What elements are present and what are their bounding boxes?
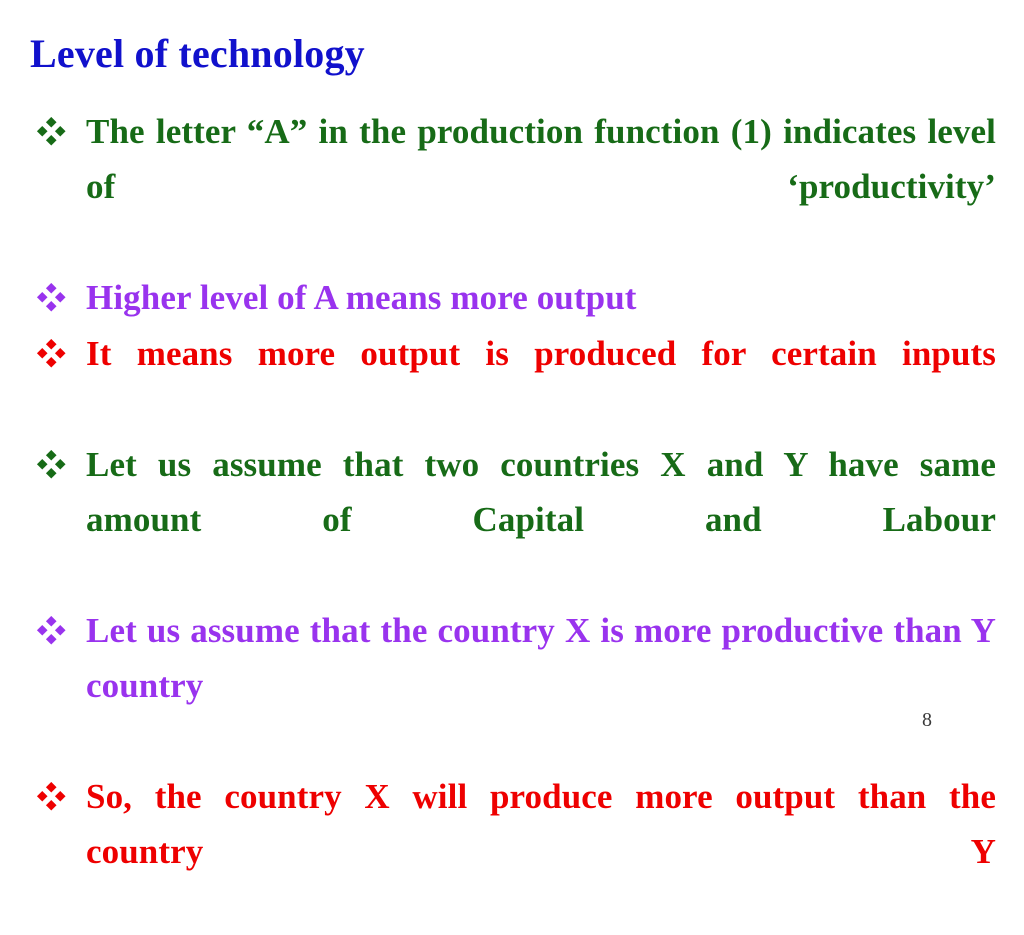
list-item-label: It means more output is produced for cer…: [86, 334, 996, 373]
four-diamond-bullet-icon: [32, 769, 70, 824]
four-diamond-bullet-icon: [32, 104, 70, 159]
bullet-list: The letter “A” in the production functio…: [28, 104, 996, 935]
list-item: It means more output is produced for cer…: [28, 326, 996, 436]
list-item-label: Let us assume that two countries X and Y…: [86, 445, 996, 539]
four-diamond-bullet-icon: [32, 603, 70, 658]
list-item-label: So, the country X will produce more outp…: [86, 777, 996, 871]
list-item: Higher level of A means more output: [28, 270, 996, 325]
slide-number: 8: [922, 709, 932, 731]
four-diamond-bullet-icon: [32, 437, 70, 492]
list-item: So, the country X will produce more outp…: [28, 769, 996, 934]
four-diamond-bullet-icon: [32, 326, 70, 381]
page-title: Level of technology: [30, 31, 365, 76]
presentation-slide: Level of technology The letter “A” in th…: [0, 0, 1024, 871]
list-item-label: The letter “A” in the production functio…: [86, 112, 996, 206]
list-item: Let us assume that two countries X and Y…: [28, 437, 996, 602]
list-item: The letter “A” in the production functio…: [28, 104, 996, 269]
four-diamond-bullet-icon: [32, 270, 70, 325]
list-item: Let us assume that the country X is more…: [28, 603, 996, 768]
list-item-label: Let us assume that the country X is more…: [86, 611, 996, 705]
list-item-label: Higher level of A means more output: [86, 278, 637, 317]
